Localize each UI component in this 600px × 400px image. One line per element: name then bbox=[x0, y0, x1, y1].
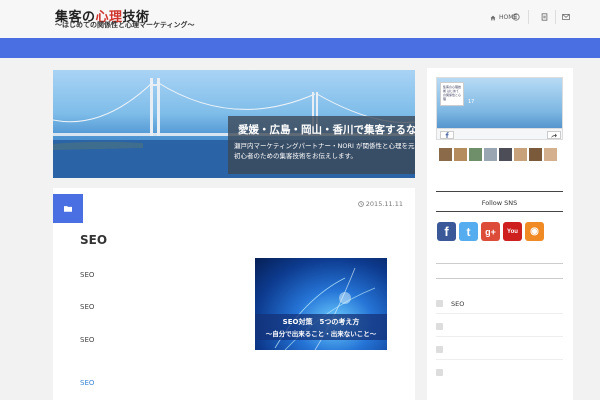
facebook-like-button[interactable] bbox=[440, 131, 454, 139]
post-date: 2015.11.11 bbox=[358, 200, 403, 208]
rss-icon[interactable]: ◉ bbox=[525, 222, 544, 241]
fan-avatar[interactable] bbox=[544, 148, 557, 161]
facebook-like-count: 17 bbox=[468, 99, 475, 105]
fan-avatar[interactable] bbox=[499, 148, 512, 161]
home-icon bbox=[490, 15, 496, 20]
post-card: 2015.11.11 SEO SEO SEO SEO SEO SEO対策 5つの… bbox=[53, 188, 415, 400]
google-plus-glyph: g+ bbox=[485, 226, 496, 237]
facebook-action-bar bbox=[437, 128, 562, 139]
list-divider bbox=[436, 359, 563, 360]
facebook-glyph: f bbox=[444, 224, 449, 239]
list-divider bbox=[436, 313, 563, 314]
list-bullet-icon bbox=[436, 346, 443, 353]
facebook-fan-faces bbox=[439, 148, 557, 161]
fan-avatar[interactable] bbox=[469, 148, 482, 161]
site-tagline: 〜はじめての関係性と心理マーケティング〜 bbox=[55, 21, 195, 29]
global-nav-bar bbox=[0, 38, 600, 58]
facebook-f-icon bbox=[445, 132, 449, 138]
list-bullet-icon bbox=[436, 300, 443, 307]
fan-avatar[interactable] bbox=[439, 148, 452, 161]
header-divider bbox=[528, 10, 529, 24]
widget-rule bbox=[436, 191, 563, 192]
widget-rule bbox=[436, 278, 563, 279]
youtube-icon[interactable]: You bbox=[503, 222, 522, 241]
google-plus-icon[interactable]: g+ bbox=[481, 222, 500, 241]
post-paragraph: SEO bbox=[80, 271, 95, 279]
list-bullet-icon bbox=[436, 323, 443, 330]
post-paragraph: SEO bbox=[80, 336, 95, 344]
sidebar-list-item[interactable] bbox=[436, 319, 563, 334]
hero-description: 瀬戸内マーケティングパートナー・NORI が関係性と心理を元にした 初心者のため… bbox=[234, 141, 415, 161]
rss-glyph: ◉ bbox=[530, 226, 539, 237]
list-bullet-icon bbox=[436, 369, 443, 376]
info-icon[interactable] bbox=[511, 12, 521, 22]
list-divider bbox=[436, 336, 563, 337]
follow-sns-heading: Follow SNS bbox=[481, 199, 518, 207]
sidebar: 集客の心理技術 はじめての関係性と心理 17 Follow SNS f t g+… bbox=[427, 68, 573, 400]
sns-icon-row: f t g+ You ◉ bbox=[437, 222, 544, 241]
clock-icon bbox=[358, 201, 364, 207]
fan-avatar[interactable] bbox=[529, 148, 542, 161]
thumbnail-subtitle: 〜自分で出来ること・出来ないこと〜 bbox=[265, 330, 377, 338]
facebook-page-logo: 集客の心理技術 はじめての関係性と心理 bbox=[440, 82, 464, 106]
sidebar-list-item[interactable] bbox=[436, 342, 563, 357]
twitter-icon[interactable]: t bbox=[459, 222, 478, 241]
fan-avatar[interactable] bbox=[484, 148, 497, 161]
post-thumbnail[interactable]: SEO対策 5つの考え方 〜自分で出来ること・出来ないこと〜 bbox=[255, 258, 387, 350]
document-icon[interactable] bbox=[539, 12, 549, 22]
facebook-page-widget[interactable]: 集客の心理技術 はじめての関係性と心理 17 bbox=[436, 77, 563, 140]
post-title: SEO bbox=[80, 233, 108, 247]
fan-avatar[interactable] bbox=[454, 148, 467, 161]
facebook-icon[interactable]: f bbox=[437, 222, 456, 241]
thumbnail-title: SEO対策 5つの考え方 bbox=[282, 318, 360, 326]
widget-rule bbox=[436, 263, 563, 264]
post-paragraph: SEO bbox=[80, 303, 95, 311]
hero-text-line: 瀬戸内マーケティングパートナー・NORI が関係性と心理を元にした bbox=[234, 142, 415, 150]
category-tab[interactable] bbox=[53, 194, 83, 223]
folder-icon bbox=[64, 206, 72, 212]
twitter-glyph: t bbox=[466, 224, 471, 239]
sidebar-list-item[interactable]: SEO bbox=[436, 296, 563, 311]
site-header: 集客の心理技術 〜はじめての関係性と心理マーケティング〜 HOME bbox=[0, 0, 600, 38]
mail-icon[interactable] bbox=[561, 12, 571, 22]
sidebar-list-label: SEO bbox=[451, 299, 465, 308]
hero-text-line: 初心者のための集客技術をお伝えします。 bbox=[234, 152, 357, 160]
post-date-text: 2015.11.11 bbox=[365, 200, 403, 208]
sidebar-list-item[interactable] bbox=[436, 365, 563, 380]
widget-rule bbox=[436, 211, 563, 212]
fan-avatar[interactable] bbox=[514, 148, 527, 161]
hero-title: 愛媛・広島・岡山・香川で集客するなら！ bbox=[238, 124, 415, 136]
hero-caption-box: 愛媛・広島・岡山・香川で集客するなら！ 瀬戸内マーケティングパートナー・NORI… bbox=[228, 116, 415, 174]
share-arrow-icon bbox=[551, 133, 557, 138]
post-link[interactable]: SEO bbox=[80, 379, 94, 387]
header-divider bbox=[555, 10, 556, 24]
hero-banner: 愛媛・広島・岡山・香川で集客するなら！ 瀬戸内マーケティングパートナー・NORI… bbox=[53, 70, 415, 178]
youtube-glyph: You bbox=[507, 228, 518, 235]
facebook-share-button[interactable] bbox=[547, 131, 561, 139]
